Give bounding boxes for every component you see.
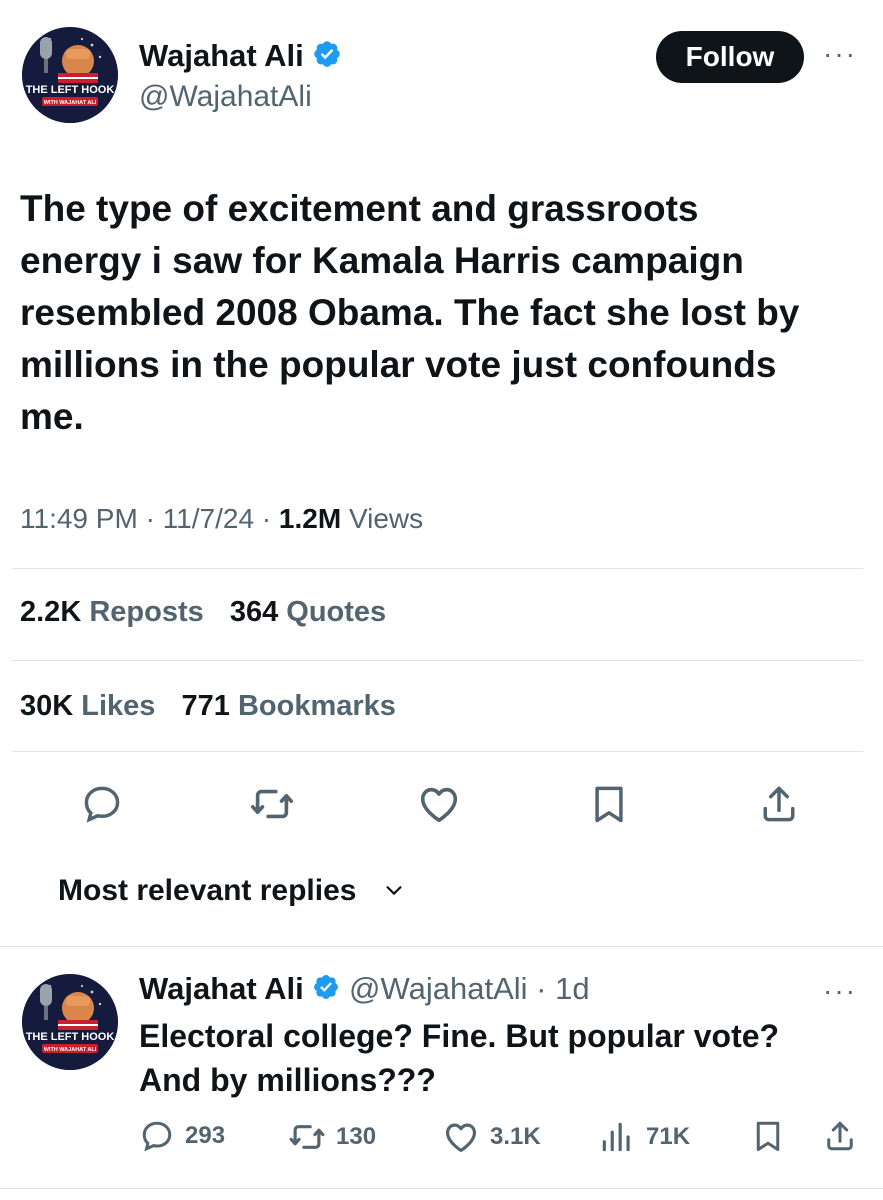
reply-views-button[interactable]: 71K	[598, 1118, 690, 1156]
share-icon	[763, 786, 795, 822]
svg-text:THE LEFT HOOK: THE LEFT HOOK	[26, 84, 115, 96]
reply-author-name[interactable]: Wajahat Ali	[139, 971, 304, 1006]
views-count: 1.2M	[278, 503, 342, 534]
more-options-icon[interactable]: ···	[823, 38, 857, 70]
reply-header: Wajahat Ali @WajahatAli · 1d	[139, 971, 590, 1009]
likes-stat[interactable]: 30K Likes	[20, 690, 173, 722]
views-count: 71K	[646, 1123, 691, 1150]
tweet-line: The type of excitement and grassroots	[20, 188, 699, 229]
reply-bookmark-button[interactable]	[750, 1118, 786, 1154]
views-label: Views	[348, 503, 424, 534]
reply-author-handle[interactable]: @WajahatAli	[349, 971, 528, 1006]
repost-icon	[289, 1125, 325, 1149]
tweet-line: me.	[20, 396, 84, 437]
svg-text:WITH WAJAHAT ALI: WITH WAJAHAT ALI	[44, 100, 97, 106]
bookmark-button[interactable]	[585, 780, 633, 828]
replies-sort-dropdown[interactable]: Most relevant replies	[58, 874, 405, 909]
analytics-icon	[602, 1122, 630, 1152]
tweet-meta: 11:49 PM · 11/7/24 · 1.2M Views	[20, 503, 424, 534]
reply-count: 293	[185, 1122, 226, 1149]
heart-icon	[420, 787, 458, 823]
tweet-text: The type of excitement and grassroots en…	[20, 183, 870, 443]
author-name[interactable]: Wajahat Ali	[139, 38, 342, 77]
follow-button[interactable]: Follow	[656, 31, 804, 83]
chevron-down-icon	[383, 875, 405, 909]
stats-row-reposts: 2.2K Reposts 364 Quotes	[20, 596, 404, 629]
reply-button[interactable]	[78, 780, 126, 828]
repost-count: 130	[336, 1123, 377, 1150]
repost-button[interactable]	[248, 780, 296, 828]
like-button[interactable]	[415, 780, 463, 828]
stats-row-likes: 30K Likes 771 Bookmarks	[20, 690, 414, 723]
reply-like-button[interactable]: 3.1K	[442, 1118, 541, 1156]
tweet-time[interactable]: 11:49 PM	[20, 503, 138, 534]
share-button[interactable]	[755, 780, 803, 828]
like-count: 3.1K	[490, 1123, 541, 1150]
divider	[0, 946, 883, 947]
author-avatar[interactable]: THE LEFT HOOK WITH WAJAHAT ALI	[22, 27, 118, 123]
replies-sort-label: Most relevant replies	[58, 874, 357, 907]
quotes-stat[interactable]: 364 Quotes	[230, 596, 404, 628]
divider	[0, 1188, 883, 1189]
tweet-line: resembled 2008 Obama. The fact she lost …	[20, 292, 800, 333]
reply-icon	[84, 786, 120, 823]
reply-text: Electoral college? Fine. But popular vot…	[139, 1014, 869, 1102]
repost-icon	[251, 789, 293, 819]
divider	[12, 660, 863, 661]
svg-text:THE LEFT HOOK: THE LEFT HOOK	[26, 1031, 115, 1043]
reposts-stat[interactable]: 2.2K Reposts	[20, 596, 222, 628]
reply-repost-button[interactable]: 130	[288, 1118, 376, 1156]
tweet-line: energy i saw for Kamala Harris campaign	[20, 240, 744, 281]
reply-line: And by millions???	[139, 1062, 436, 1098]
reply-author-avatar[interactable]: THE LEFT HOOK WITH WAJAHAT ALI	[22, 974, 118, 1070]
verified-badge-icon	[312, 973, 340, 1009]
reply-share-button[interactable]	[822, 1118, 858, 1154]
verified-badge-icon	[312, 39, 342, 77]
divider	[12, 751, 863, 752]
reply-reply-button[interactable]: 293	[139, 1118, 225, 1154]
tweet-date[interactable]: 11/7/24	[163, 503, 254, 534]
share-icon	[827, 1121, 853, 1151]
reply-icon	[142, 1121, 172, 1152]
reply-more-options-icon[interactable]: ···	[823, 975, 857, 1007]
reply-age[interactable]: · 1d	[536, 971, 589, 1006]
divider	[12, 568, 863, 569]
bookmark-icon	[595, 786, 623, 823]
author-handle[interactable]: @WajahatAli	[139, 80, 312, 114]
heart-icon	[445, 1123, 477, 1153]
tweet-line: millions in the popular vote just confou…	[20, 344, 777, 385]
bookmark-icon	[756, 1121, 780, 1151]
reply-line: Electoral college? Fine. But popular vot…	[139, 1018, 780, 1054]
svg-text:WITH WAJAHAT ALI: WITH WAJAHAT ALI	[44, 1047, 97, 1053]
bookmarks-stat[interactable]: 771 Bookmarks	[182, 690, 414, 722]
